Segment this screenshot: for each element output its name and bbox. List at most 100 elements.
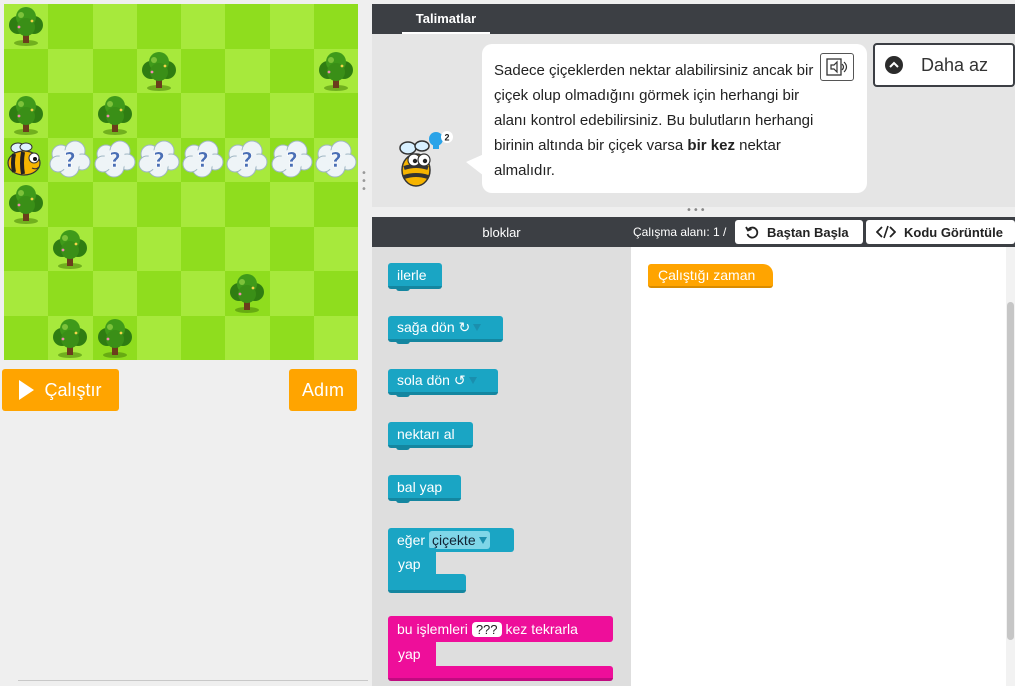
board-cell [48,4,93,49]
block-make-honey-label: bal yap [397,478,443,495]
board-cell [136,4,181,49]
board-cell [181,182,226,227]
board-cell [313,4,358,49]
hint-bulb-icon[interactable]: 2 [428,130,454,154]
board-cell [4,271,49,316]
block-turn-left[interactable]: sola dön ↺ [388,369,498,397]
board-cell [136,93,181,138]
board-cell [225,315,270,360]
instructions-header: Talimatlar [372,4,1015,34]
code-icon [876,225,896,239]
board-cell [136,271,181,316]
cloud-question-icon: ? [226,140,268,177]
when-run-label: Çalıştığı zaman [658,267,756,283]
condition-dropdown[interactable]: çiçekte [429,531,490,549]
board-cell [48,93,93,138]
reset-button[interactable]: Baştan Başla [735,220,863,244]
board-cell [269,93,314,138]
board-cell [4,315,49,360]
block-when-run[interactable]: Çalıştığı zaman [648,264,773,288]
tree-icon [97,318,132,358]
block-if-label: eğer [397,532,426,548]
audio-button[interactable] [820,53,854,81]
board-cell [136,226,181,271]
step-button[interactable]: Adım [289,369,357,411]
board-cell [269,182,314,227]
block-repeat[interactable]: bu işlemleri ??? kez tekrarla yap [388,616,613,682]
block-if-footer [388,574,466,593]
cloud-question-icon: ? [182,140,224,177]
run-button[interactable]: Çalıştır [2,369,119,411]
block-get-nectar-label: nektarı al [397,425,455,442]
board-cell [92,4,137,49]
svg-text:?: ? [197,148,209,172]
block-if-slot [436,552,466,574]
cloud-question-icon: ? [94,140,135,177]
instruction-bubble: Sadece çiçeklerden nektar alabilirsiniz … [482,44,867,193]
svg-text:?: ? [286,148,298,172]
dropdown-arrow-icon[interactable] [473,324,482,331]
board-cell [313,271,358,316]
block-turn-left-label: sola dön ↺ [397,372,466,388]
block-move-forward-label: ilerle [397,266,427,283]
tree-icon [53,318,88,358]
tree-icon [97,96,132,135]
cloud-question-icon: ? [271,140,312,177]
block-if-do-label: yap [398,556,421,572]
block-make-honey[interactable]: bal yap [388,475,461,503]
block-turn-right[interactable]: sağa dön ↻ [388,316,503,344]
block-get-nectar[interactable]: nektarı al [388,422,473,450]
svg-text:?: ? [330,148,342,172]
chevron-up-icon [885,56,903,74]
board-cell [48,48,93,93]
board-cell [136,182,181,227]
board-cell [225,4,270,49]
board-cell [4,48,49,93]
board-cell [181,4,226,49]
board-cell [181,93,226,138]
tree-icon [9,7,43,46]
board-cell [313,93,358,138]
resize-handle[interactable]: • • • [361,169,367,195]
run-button-label: Çalıştır [44,379,102,400]
board-cell [181,226,226,271]
board-grid [4,4,358,360]
instructions-panel: 2 Sadece çiçeklerden nektar alabilirsini… [372,34,1015,207]
step-button-label: Adım [301,379,344,400]
dropdown-arrow-icon[interactable] [468,377,477,384]
toolbox-title: bloklar [482,224,521,240]
tree-icon [230,274,265,313]
block-if[interactable]: eğer çiçekte yap [388,528,516,594]
board-cell [269,4,314,49]
show-less-button[interactable]: Daha az [873,43,1015,87]
tab-instructions[interactable]: Talimatlar [402,4,490,34]
repeat-count-field[interactable]: ??? [471,621,502,637]
board-cell [92,182,137,227]
reset-label: Baştan Başla [767,224,849,240]
workspace-scrollbar-thumb[interactable] [1007,302,1014,640]
block-move-forward[interactable]: ilerle [388,263,442,291]
board-cell [181,48,226,93]
play-icon [19,380,35,400]
cloud-question-icon: ? [315,140,357,177]
board-cell [181,315,226,360]
board-cell [4,226,49,271]
board-cell [269,271,314,316]
game-board: ??????? [4,4,358,360]
board-cell [313,226,358,271]
workspace-label: Çalışma alanı: 1 / [633,225,727,239]
block-repeat-suffix: kez tekrarla [505,621,578,637]
svg-text:?: ? [109,148,121,172]
show-code-button[interactable]: Kodu Görüntüle [866,220,1015,244]
board-cell [48,182,93,227]
board-cell [225,93,270,138]
vertical-resize-handle[interactable]: ••• [686,205,707,216]
workspace-canvas[interactable]: Çalıştığı zaman [631,247,1015,686]
svg-text:?: ? [153,148,165,172]
bee-icon [7,142,41,176]
dropdown-arrow-icon [478,536,487,544]
toolbox: ilerle sağa dön ↻ sola dön ↺ nektarı al … [372,247,631,686]
instruction-text-bold: bir kez [687,137,735,154]
block-repeat-slot [436,642,613,666]
cloud-question-icon: ? [138,140,180,177]
